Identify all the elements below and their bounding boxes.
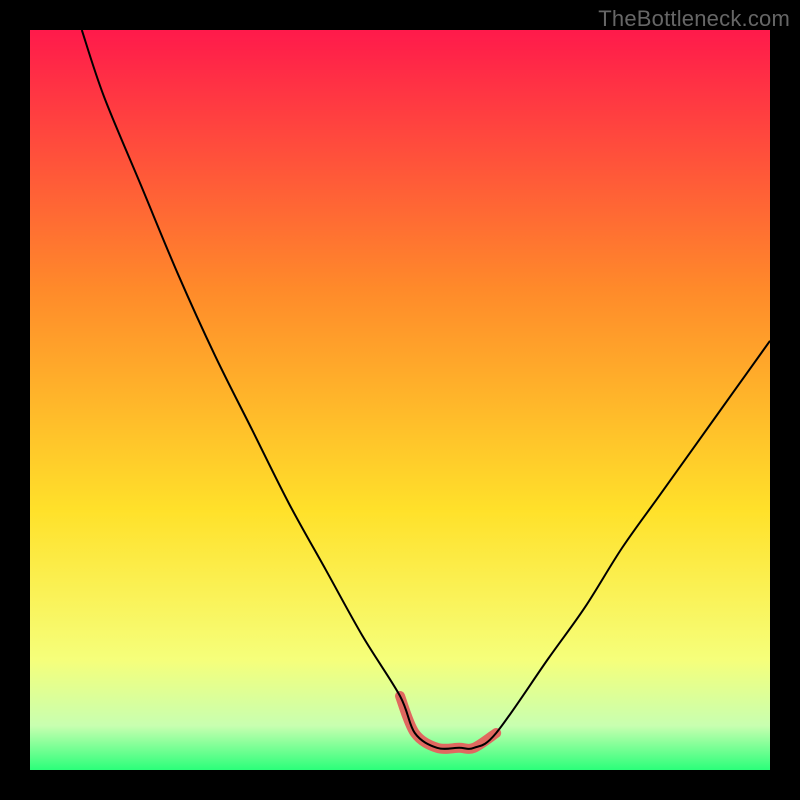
gradient-background (30, 30, 770, 770)
plot-area (30, 30, 770, 770)
watermark-label: TheBottleneck.com (598, 6, 790, 32)
chart-svg (30, 30, 770, 770)
chart-stage: TheBottleneck.com (0, 0, 800, 800)
